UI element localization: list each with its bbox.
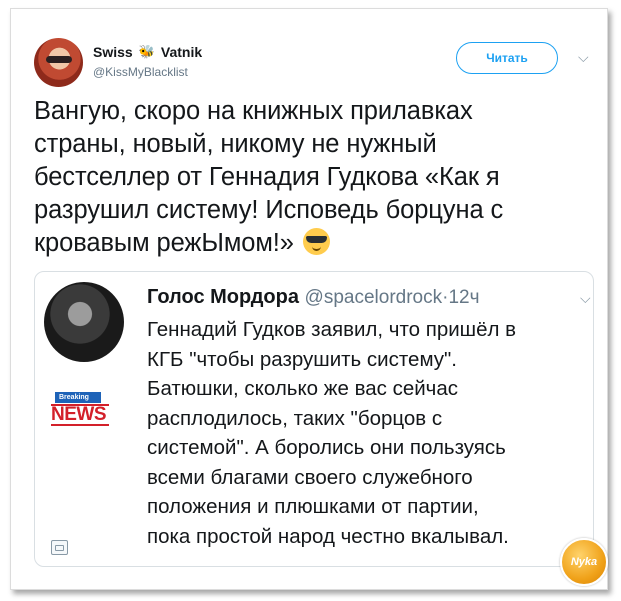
- tweet-line: страны, новый, никому не нужный: [34, 130, 437, 158]
- follow-button[interactable]: Читать: [456, 42, 558, 74]
- quoted-line: всеми благами своего служебного: [147, 465, 473, 489]
- watermark-logo: Nyka: [560, 538, 608, 586]
- quoted-line: положения и плюшками от партии,: [147, 495, 479, 518]
- quoted-tweet[interactable]: Breaking NEWS Голос Мордора @spacelordro…: [34, 271, 594, 567]
- quoted-line: КГБ "чтобы разрушить систему".: [147, 347, 457, 371]
- author-name-row[interactable]: Swiss 🐝 Vatnik: [93, 44, 202, 60]
- tweet-card: Swiss 🐝 Vatnik @KissMyBlacklist Читать ⌵…: [10, 8, 608, 590]
- sunglasses-emoji-icon: [302, 228, 330, 255]
- tweet-line: кровавым режЫмом!»: [34, 229, 294, 257]
- author-name-left[interactable]: Swiss: [93, 44, 133, 60]
- tweet-line: Вангую, скоро на книжных прилавках: [34, 97, 473, 125]
- author-avatar[interactable]: [34, 38, 83, 87]
- quoted-line: расплодилось, таких "борцов с: [147, 406, 443, 430]
- quoted-text: Геннадий Гудков заявил, что пришёл в КГБ…: [147, 315, 587, 551]
- breaking-news-icon: Breaking NEWS: [51, 392, 119, 426]
- tweet-line: разрушил систему! Исповедь борцуна с: [34, 196, 504, 224]
- quoted-author-handle[interactable]: @spacelordrock: [305, 287, 443, 308]
- quoted-line: пока простой народ честно вкалывал.: [147, 524, 509, 548]
- quoted-line: системой". А боролись они пользуясь: [147, 436, 506, 459]
- quoted-author-avatar[interactable]: [44, 282, 124, 362]
- tweet-line: бестселлер от Геннадия Гудкова «Как я: [34, 163, 500, 191]
- quoted-line: Геннадий Гудков заявил, что пришёл в: [147, 318, 517, 341]
- author-name-right[interactable]: Vatnik: [161, 44, 202, 60]
- quoted-timestamp[interactable]: 12ч: [448, 287, 479, 308]
- quoted-line: Батюшки, сколько же вас сейчас: [147, 377, 459, 400]
- tweet-line-last: кровавым режЫмом!»: [34, 227, 569, 260]
- quoted-header: Голос Мордора @spacelordrock·12ч: [147, 286, 480, 309]
- quoted-chevron-down-icon[interactable]: ⌵: [580, 290, 591, 307]
- chevron-down-icon[interactable]: ⌵: [578, 49, 589, 66]
- image-icon[interactable]: [51, 540, 68, 555]
- quoted-author-name[interactable]: Голос Мордора: [147, 286, 299, 308]
- news-badge-top: Breaking: [55, 392, 101, 403]
- news-badge-bottom: NEWS: [51, 404, 109, 426]
- author-handle[interactable]: @KissMyBlacklist: [93, 65, 188, 79]
- tweet-text: Вангую, скоро на книжных прилавках стран…: [34, 95, 569, 260]
- bee-icon: 🐝: [138, 44, 155, 59]
